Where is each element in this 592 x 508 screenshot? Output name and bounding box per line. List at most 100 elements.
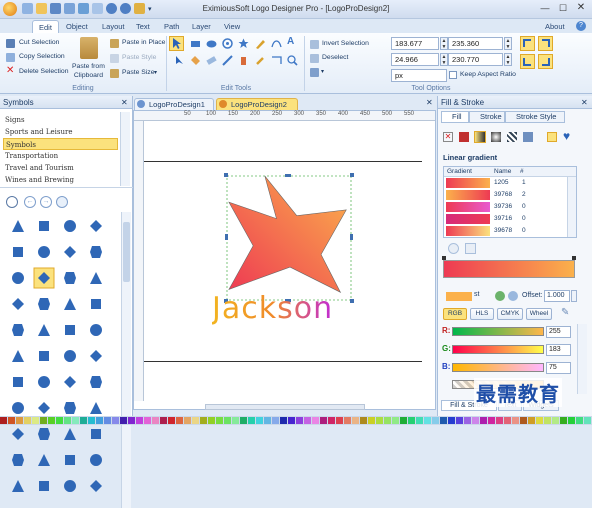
palette-swatch[interactable]	[136, 417, 143, 424]
g-value-field[interactable]: 183	[546, 344, 571, 356]
transform-option-4-button[interactable]	[538, 54, 553, 69]
palette-swatch[interactable]	[464, 417, 471, 424]
symbols-view-icon[interactable]	[6, 196, 18, 208]
symbol-tile[interactable]	[33, 267, 55, 289]
align-options-icon[interactable]	[310, 68, 319, 77]
palette-swatch[interactable]	[480, 417, 487, 424]
calligraphy-tool-icon[interactable]	[222, 55, 233, 66]
palette-swatch[interactable]	[584, 417, 591, 424]
bezier-tool-icon[interactable]	[271, 38, 282, 49]
add-gradient-icon[interactable]	[448, 243, 459, 254]
palette-swatch[interactable]	[16, 417, 23, 424]
category-item[interactable]: Sports and Leisure	[3, 126, 118, 138]
symbol-tile[interactable]	[91, 299, 101, 309]
gradient-table[interactable]: Gradient Name # 1205 1 39768 2 39736 0 3…	[443, 166, 577, 238]
symbol-tile[interactable]	[90, 454, 103, 466]
palette-swatch[interactable]	[544, 417, 551, 424]
palette-swatch[interactable]	[120, 417, 127, 424]
palette-swatch[interactable]	[320, 417, 327, 424]
swatch-icon[interactable]	[523, 132, 533, 142]
color-scrollbar[interactable]	[577, 324, 587, 394]
symbol-tile[interactable]	[38, 324, 50, 336]
tab-edit[interactable]: Edit	[32, 20, 59, 33]
palette-swatch[interactable]	[24, 417, 31, 424]
palette-swatch[interactable]	[336, 417, 343, 424]
symbol-tile[interactable]	[12, 324, 24, 336]
palette-swatch[interactable]	[424, 417, 431, 424]
category-item[interactable]: Transportation	[3, 150, 118, 162]
width-spin-button[interactable]: ▲ ▼	[440, 53, 448, 66]
palette-swatch[interactable]	[312, 417, 319, 424]
paste-size-button[interactable]: Paste Size	[122, 69, 155, 76]
logo-text[interactable]: Jackson	[212, 291, 333, 326]
symbol-tile[interactable]	[65, 325, 75, 335]
symbol-tile[interactable]	[64, 246, 76, 258]
palette-swatch[interactable]	[440, 417, 447, 424]
palette-swatch[interactable]	[112, 417, 119, 424]
palette-swatch[interactable]	[168, 417, 175, 424]
keep-aspect-checkbox[interactable]	[449, 71, 457, 79]
transform-option-2-button[interactable]	[538, 36, 553, 51]
spray-tool-icon[interactable]	[238, 55, 249, 66]
eraser-tool-icon[interactable]	[206, 55, 217, 66]
palette-swatch[interactable]	[296, 417, 303, 424]
r-value-field[interactable]: 255	[546, 326, 571, 338]
height-field[interactable]: 230.770	[448, 53, 503, 66]
palette-swatch[interactable]	[360, 417, 367, 424]
offset-field[interactable]: 1.000	[544, 290, 570, 302]
close-document-icon[interactable]: ✕	[426, 98, 433, 107]
paste-size-dropdown-icon[interactable]: ▾	[154, 69, 157, 76]
cmyk-mode-button[interactable]: CMYK	[497, 308, 523, 320]
symbol-tile[interactable]	[12, 428, 24, 440]
y-spin-button[interactable]: ▲ ▼	[504, 37, 512, 50]
palette-swatch[interactable]	[448, 417, 455, 424]
palette-swatch[interactable]	[512, 417, 519, 424]
back-icon[interactable]: ←	[24, 196, 36, 208]
help-icon[interactable]: ?	[576, 21, 586, 31]
palette-swatch[interactable]	[80, 417, 87, 424]
paste-from-clipboard-button[interactable]: Paste from Clipboard	[72, 62, 105, 80]
palette-swatch[interactable]	[504, 417, 511, 424]
delete-selection-button[interactable]: Delete Selection	[19, 68, 69, 75]
palette-swatch[interactable]	[272, 417, 279, 424]
heart-icon[interactable]: ♥	[563, 130, 570, 142]
palette-swatch[interactable]	[488, 417, 495, 424]
close-button[interactable]: ✕	[573, 2, 589, 14]
tab-object[interactable]: Object	[60, 20, 94, 33]
palette-swatch[interactable]	[176, 417, 183, 424]
category-item[interactable]: Wines and Brewing	[3, 174, 118, 186]
flat-color-icon[interactable]	[459, 132, 469, 142]
symbol-tile[interactable]	[64, 298, 76, 310]
stop-mode-select[interactable]: st	[474, 291, 479, 298]
color-palette[interactable]	[0, 416, 592, 425]
eyedropper-icon[interactable]: ✎	[561, 307, 569, 318]
palette-swatch[interactable]	[224, 417, 231, 424]
rectangle-tool-icon[interactable]	[190, 38, 201, 49]
palette-swatch[interactable]	[184, 417, 191, 424]
symbol-tile[interactable]	[90, 376, 102, 388]
deselect-button[interactable]: Deselect	[322, 54, 348, 61]
palette-swatch[interactable]	[208, 417, 215, 424]
zoom-tool-icon[interactable]	[287, 55, 298, 66]
palette-swatch[interactable]	[216, 417, 223, 424]
symbol-tile[interactable]	[90, 350, 102, 362]
pen-tool-icon[interactable]	[255, 38, 266, 49]
gradient-editor-bar[interactable]	[443, 260, 575, 278]
palette-swatch[interactable]	[520, 417, 527, 424]
palette-swatch[interactable]	[248, 417, 255, 424]
palette-swatch[interactable]	[64, 417, 71, 424]
palette-swatch[interactable]	[72, 417, 79, 424]
forward-icon[interactable]: →	[40, 196, 52, 208]
palette-swatch[interactable]	[40, 417, 47, 424]
symbol-tile[interactable]	[12, 350, 24, 362]
palette-swatch[interactable]	[352, 417, 359, 424]
palette-swatch[interactable]	[200, 417, 207, 424]
b-slider[interactable]	[452, 363, 544, 372]
copy-selection-button[interactable]: Copy Selection	[19, 53, 65, 60]
palette-swatch[interactable]	[56, 417, 63, 424]
unit-select[interactable]: px	[391, 69, 447, 82]
edit-gradient-icon[interactable]	[465, 243, 476, 254]
home-icon[interactable]	[56, 196, 68, 208]
palette-swatch[interactable]	[96, 417, 103, 424]
b-value-field[interactable]: 75	[546, 362, 571, 374]
